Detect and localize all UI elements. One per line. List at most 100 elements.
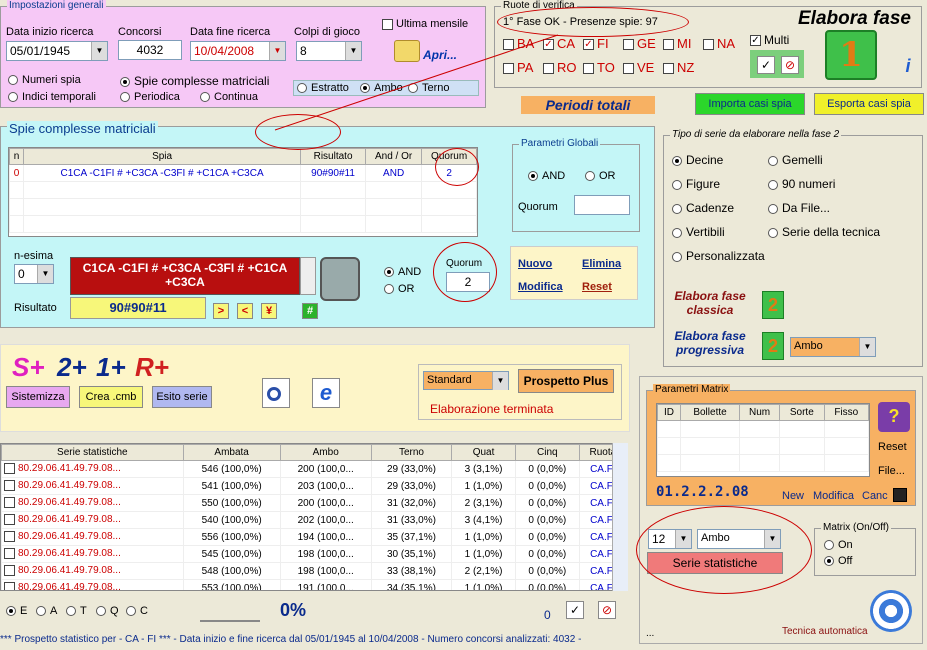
magnifier-document-icon[interactable] [262, 378, 290, 408]
sorte-radio-a[interactable]: A [36, 605, 57, 617]
spie-row[interactable] [9, 198, 477, 216]
save-icon[interactable] [893, 488, 907, 502]
stats-row[interactable]: 80.29.06.41.49.79.08... 548 (100,0%) 198 (… [1, 562, 627, 580]
matrix-canc-button[interactable]: Canc [862, 490, 888, 502]
esito-serie-button[interactable]: Esito serie [152, 386, 212, 408]
stats-row[interactable]: 80.29.06.41.49.79.08... 546 (100,0%) 200 (… [1, 460, 627, 478]
cancel-button[interactable]: ⊘ [598, 601, 616, 619]
cancel-button[interactable]: ⊘ [781, 56, 799, 74]
nuovo-link[interactable]: Nuovo [518, 258, 552, 270]
column-header[interactable]: Serie statistiche [1, 444, 184, 461]
sorte-radio-e[interactable]: E [6, 605, 27, 617]
continua-radio[interactable]: Continua [200, 91, 258, 103]
column-header[interactable]: Terno [370, 444, 453, 461]
ruota-mi-checkbox[interactable]: MI [663, 36, 691, 51]
row-checkbox[interactable] [4, 582, 15, 590]
spie-complesse-radio[interactable]: Spie complesse matriciali [120, 74, 269, 88]
stats-row[interactable]: 80.29.06.41.49.79.08... 545 (100,0%) 198 (… [1, 545, 627, 563]
ruota-ge-checkbox[interactable]: GE [623, 36, 656, 51]
da-file-radio[interactable]: Da File... [768, 201, 830, 215]
figure-radio[interactable]: Figure [672, 177, 720, 191]
column-header[interactable]: n [9, 148, 25, 165]
column-header[interactable]: Sorte [779, 404, 825, 421]
stats-row[interactable]: 80.29.06.41.49.79.08... 540 (100,0%) 202 (… [1, 511, 627, 529]
elabora-classica-button[interactable]: 2 [762, 291, 784, 319]
crea-cmb-button[interactable]: Crea .cmb [79, 386, 143, 408]
ultima-mensile-checkbox[interactable]: Ultima mensile [382, 18, 468, 30]
spia-or-radio[interactable]: OR [384, 283, 415, 295]
gemelli-radio[interactable]: Gemelli [768, 153, 823, 167]
spia-formula-display[interactable]: C1CA -C1FI # +C3CA -C3FI # +C1CA +C3CA [70, 257, 300, 295]
ruota-nz-checkbox[interactable]: NZ [663, 60, 694, 75]
esporta-casi-spia-button[interactable]: Esporta casi spia [814, 93, 924, 115]
matrix-new-button[interactable]: New [782, 490, 804, 502]
reset-link[interactable]: Reset [582, 281, 612, 293]
column-header[interactable]: Bollette [680, 404, 740, 421]
matrix-off-radio[interactable]: Off [824, 555, 852, 567]
column-header[interactable]: Num [738, 404, 781, 421]
stats-row[interactable]: 80.29.06.41.49.79.08... 556 (100,0%) 194 (… [1, 528, 627, 546]
row-checkbox[interactable] [4, 548, 15, 560]
ruota-to-checkbox[interactable]: TO [583, 60, 615, 75]
stats-row[interactable]: 80.29.06.41.49.79.08... 550 (100,0%) 200 (… [1, 494, 627, 512]
column-header[interactable]: ID [657, 404, 682, 421]
stats-row[interactable]: 80.29.06.41.49.79.08... 553 (100,0%) 191 (… [1, 579, 627, 590]
matrix-on-radio[interactable]: On [824, 539, 853, 551]
nesima-select[interactable]: 0 ▼ [14, 264, 54, 284]
column-header[interactable]: Quat [451, 444, 516, 461]
spie-row[interactable] [9, 215, 477, 233]
internet-explorer-icon[interactable]: e [312, 378, 340, 408]
matrix-row[interactable] [657, 437, 869, 455]
spie-row[interactable]: 0 C1CA -C1FI # +C3CA -C3FI # +C1CA +C3CA 9… [9, 164, 477, 182]
periodica-radio[interactable]: Periodica [120, 91, 180, 103]
formula-scrollbar[interactable] [300, 257, 316, 295]
spie-row[interactable] [9, 181, 477, 199]
sorte-radio-c[interactable]: C [126, 605, 148, 617]
column-header[interactable]: And / Or [364, 148, 423, 165]
row-checkbox[interactable] [4, 514, 15, 526]
info-icon[interactable]: i [898, 56, 918, 78]
globali-or-radio[interactable]: OR [585, 170, 616, 182]
column-header[interactable]: Ambo [279, 444, 372, 461]
stats-table[interactable]: Serie statistiche Ambata Ambo Terno Quat Cinq… [0, 443, 628, 591]
decine-radio[interactable]: Decine [672, 153, 723, 167]
sorte-radio-q[interactable]: Q [96, 605, 119, 617]
data-inizio-select[interactable]: 05/01/1945 ▼ [6, 41, 108, 61]
ruota-fi-checkbox[interactable]: ✓ FI [583, 36, 609, 51]
pda-device-icon[interactable] [320, 257, 360, 301]
confirm-button[interactable]: ✓ [566, 601, 584, 619]
hash-button[interactable]: # [302, 303, 318, 319]
indici-temporali-radio[interactable]: Indici temporali [8, 91, 96, 103]
matrix-row[interactable] [657, 454, 869, 472]
sorte-radio-t[interactable]: T [66, 605, 87, 617]
column-header[interactable]: Risultato [300, 148, 366, 165]
novanta-numeri-radio[interactable]: 90 numeri [768, 177, 835, 191]
row-checkbox[interactable] [4, 497, 15, 509]
personalizzata-radio[interactable]: Personalizzata [672, 249, 765, 263]
target-icon[interactable] [870, 590, 912, 632]
globali-and-radio[interactable]: AND [528, 170, 565, 182]
progress-slider[interactable] [200, 602, 260, 622]
matrix-reset-button[interactable]: Reset [878, 441, 907, 453]
elimina-link[interactable]: Elimina [582, 258, 621, 270]
vertibili-radio[interactable]: Vertibili [672, 225, 725, 239]
spia-and-radio[interactable]: AND [384, 266, 421, 278]
sistemizza-button[interactable]: Sistemizza [6, 386, 70, 408]
column-header[interactable]: Cinq [514, 444, 580, 461]
ruota-ve-checkbox[interactable]: VE [623, 60, 654, 75]
modifica-link[interactable]: Modifica [518, 281, 563, 293]
column-header[interactable]: Fisso [823, 404, 869, 421]
row-checkbox[interactable] [4, 565, 15, 577]
help-book-icon[interactable]: ? [878, 402, 910, 432]
standard-select[interactable]: Standard ▼ [423, 371, 509, 390]
importa-casi-spia-button[interactable]: Importa casi spia [695, 93, 805, 115]
elabora-progressiva-button[interactable]: 2 [762, 332, 784, 360]
matrix-modifica-button[interactable]: Modifica [813, 490, 854, 502]
row-checkbox[interactable] [4, 463, 15, 475]
confirm-button[interactable]: ✓ [757, 56, 775, 74]
column-header[interactable]: Ambata [182, 444, 281, 461]
matrix-row[interactable] [657, 420, 869, 438]
next-button[interactable]: > [213, 303, 229, 319]
prospetto-plus-button[interactable]: Prospetto Plus [518, 369, 614, 393]
serie-tecnica-radio[interactable]: Serie della tecnica [768, 225, 880, 239]
